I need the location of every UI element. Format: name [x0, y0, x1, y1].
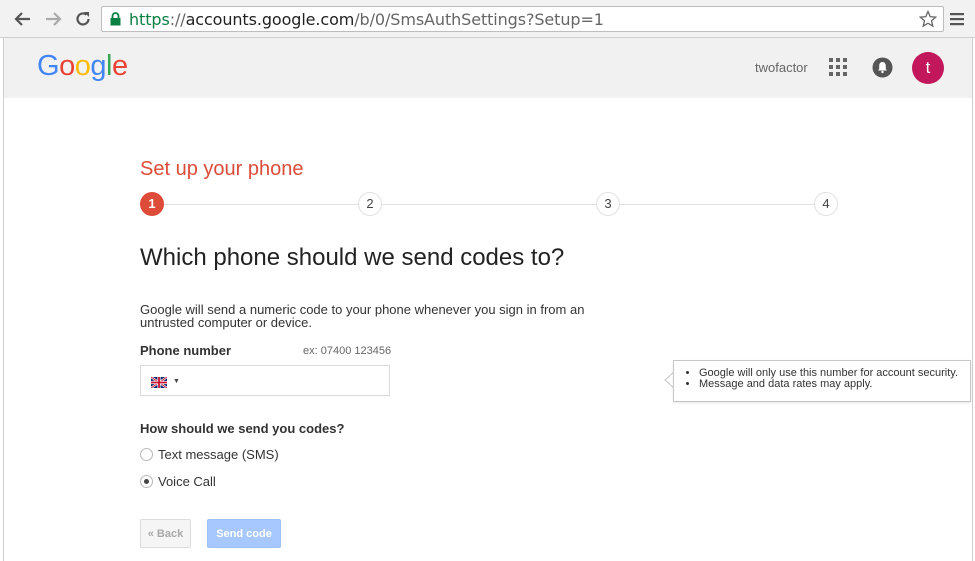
account-name[interactable]: twofactor	[755, 60, 808, 75]
bookmark-star-icon[interactable]	[918, 9, 938, 33]
step-3: 3	[596, 192, 620, 216]
logo-letter: o	[59, 50, 75, 82]
url-text: https://accounts.google.com/b/0/SmsAuthS…	[129, 10, 604, 29]
page-title: Set up your phone	[140, 158, 304, 180]
phone-info-tooltip: Google will only use this number for acc…	[673, 360, 971, 402]
google-header: Google twofactor t	[4, 38, 972, 98]
chrome-menu-icon[interactable]	[947, 7, 967, 31]
url-host: accounts.google.com	[185, 10, 355, 29]
stepper-line	[152, 204, 826, 205]
step-heading: Which phone should we send codes to?	[140, 244, 565, 271]
reload-icon[interactable]	[71, 7, 95, 31]
step-2: 2	[358, 192, 382, 216]
tooltip-item: Message and data rates may apply.	[699, 379, 958, 390]
sms-radio-label[interactable]: Text message (SMS)	[158, 447, 279, 462]
lock-icon	[110, 12, 121, 31]
logo-letter: e	[111, 50, 128, 82]
browser-toolbar: https://accounts.google.com/b/0/SmsAuthS…	[0, 0, 975, 38]
avatar[interactable]: t	[912, 52, 944, 84]
voice-call-radio[interactable]	[140, 475, 153, 488]
send-code-button[interactable]: Send code	[207, 519, 281, 548]
url-path: /b/0/SmsAuthSettings?Setup=1	[354, 10, 604, 29]
notifications-bell-icon[interactable]	[872, 57, 893, 78]
step-1: 1	[140, 192, 164, 216]
method-sms-option[interactable]: Text message (SMS)	[140, 447, 279, 462]
delivery-method-label: How should we send you codes?	[140, 421, 345, 436]
voice-call-radio-label[interactable]: Voice Call	[158, 474, 216, 489]
window-border-left	[3, 38, 4, 561]
google-logo[interactable]: Google	[37, 50, 128, 83]
step-description: Google will send a numeric code to your …	[140, 302, 585, 330]
sms-radio[interactable]	[140, 448, 153, 461]
logo-letter: G	[37, 50, 60, 82]
phone-number-input[interactable]: ▼	[140, 365, 390, 396]
url-scheme: https	[129, 10, 170, 29]
logo-letter: g	[90, 50, 106, 82]
forward-arrow-icon[interactable]	[41, 7, 65, 31]
logo-letter: o	[74, 50, 91, 82]
address-bar[interactable]: https://accounts.google.com/b/0/SmsAuthS…	[101, 6, 944, 32]
url-separator: ://	[169, 10, 186, 29]
apps-grid-icon[interactable]	[829, 58, 847, 76]
back-arrow-icon[interactable]	[11, 7, 35, 31]
uk-flag-icon[interactable]	[150, 375, 168, 389]
back-button[interactable]: « Back	[140, 519, 191, 548]
step-4: 4	[814, 192, 838, 216]
phone-example-hint: ex: 07400 123456	[303, 345, 392, 357]
phone-number-label: Phone number	[140, 343, 232, 358]
country-dropdown-caret-icon[interactable]: ▼	[173, 378, 180, 385]
window-border-right	[972, 38, 973, 561]
method-voice-option[interactable]: Voice Call	[140, 474, 216, 489]
